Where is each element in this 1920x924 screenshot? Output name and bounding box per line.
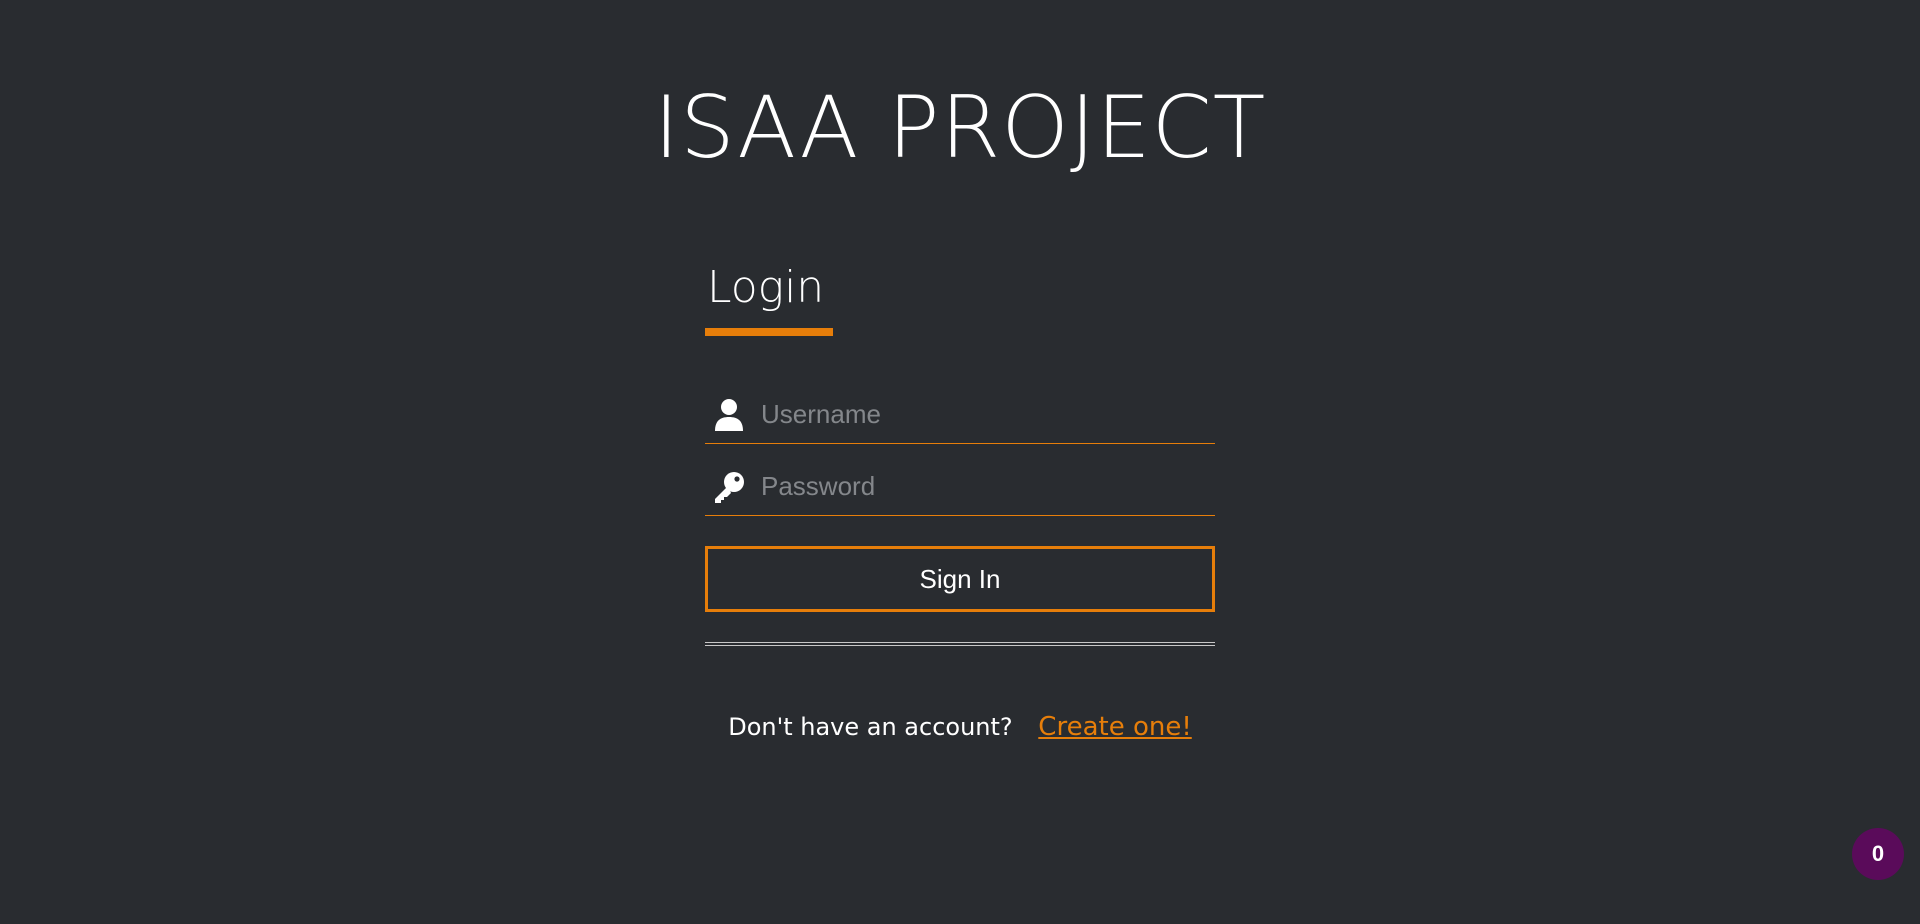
login-heading: Login (707, 262, 825, 313)
sign-in-button[interactable]: Sign In (705, 546, 1215, 612)
key-icon (705, 467, 753, 507)
login-form: Login Sign In Don (705, 258, 1215, 744)
heading-underline (705, 328, 833, 336)
app-title: ISAA PROJECT (653, 78, 1267, 178)
password-field (705, 458, 1215, 516)
login-page: ISAA PROJECT Login Sign In (0, 0, 1920, 924)
create-account-link[interactable]: Create one! (1038, 712, 1191, 742)
username-input[interactable] (753, 394, 1215, 435)
signup-prompt: Don't have an account? (728, 713, 1013, 741)
username-field (705, 386, 1215, 444)
user-icon (705, 395, 753, 435)
divider (705, 642, 1215, 646)
password-input[interactable] (753, 466, 1215, 507)
notification-badge[interactable]: 0 (1852, 828, 1904, 880)
signup-row: Don't have an account? Create one! (705, 710, 1215, 744)
